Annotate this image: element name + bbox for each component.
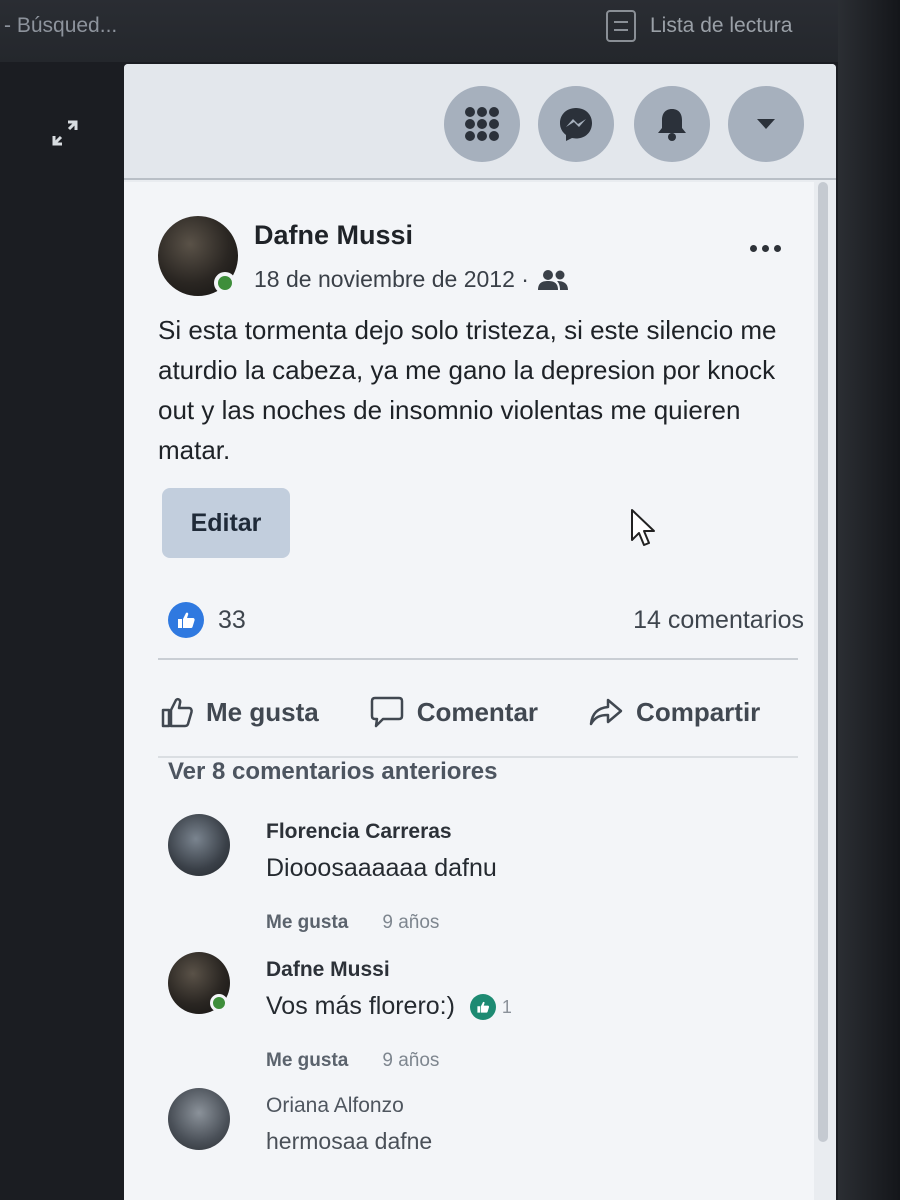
share-button[interactable]: Compartir xyxy=(588,697,760,728)
online-status-dot xyxy=(210,994,228,1012)
comment-button[interactable]: Comentar xyxy=(369,695,538,729)
account-caret-icon xyxy=(757,119,775,129)
commenter-avatar[interactable] xyxy=(168,814,230,876)
messenger-button[interactable] xyxy=(538,86,614,162)
mouse-cursor-icon xyxy=(631,509,655,546)
reactions-summary[interactable]: 33 xyxy=(168,602,246,638)
messenger-icon xyxy=(560,108,592,141)
screen-bezel xyxy=(838,0,900,1200)
reaction-count: 1 xyxy=(501,996,512,1017)
view-previous-comments-link[interactable]: Ver 8 comentarios anteriores xyxy=(168,758,497,786)
comment-text: Diooosaaaaaa dafnu xyxy=(266,854,497,882)
menu-grid-button[interactable] xyxy=(444,86,520,162)
expand-icon[interactable] xyxy=(50,118,80,148)
like-count: 33 xyxy=(218,605,246,634)
reading-list-label: Lista de lectura xyxy=(650,14,793,37)
like-reaction-icon xyxy=(469,994,496,1021)
facebook-header xyxy=(124,64,836,180)
share-label: Compartir xyxy=(636,696,761,727)
online-status-dot xyxy=(214,272,236,294)
post-author[interactable]: Dafne Mussi xyxy=(254,220,413,251)
menu-grid-icon xyxy=(465,107,499,141)
post-options-icon[interactable] xyxy=(750,238,794,258)
post-date[interactable]: 18 de noviembre de 2012 · xyxy=(254,266,529,293)
comment-label: Comentar xyxy=(416,696,539,727)
edit-post-button[interactable]: Editar xyxy=(162,488,290,558)
notifications-button[interactable] xyxy=(634,86,710,162)
comment-text: Vos más florero:) xyxy=(266,992,455,1020)
like-reaction-icon xyxy=(168,602,204,638)
comment-text-row: Vos más florero:) 1 xyxy=(266,992,512,1021)
commenter-name[interactable]: Oriana Alfonzo xyxy=(266,1094,404,1118)
reading-list-button[interactable]: Lista de lectura xyxy=(606,10,792,42)
comment-time[interactable]: 9 años xyxy=(382,912,439,934)
comments-count[interactable]: 14 comentarios xyxy=(633,606,804,635)
commenter-name[interactable]: Florencia Carreras xyxy=(266,820,452,844)
post-body-text: Si esta tormenta dejo solo tristeza, si … xyxy=(158,315,777,465)
post-actions: Me gusta Comentar Compartir xyxy=(160,682,810,742)
like-label: Me gusta xyxy=(206,696,319,727)
comment-like-button[interactable]: Me gusta xyxy=(266,1050,348,1072)
browser-search-text[interactable]: - Búsqued... xyxy=(4,14,117,38)
divider xyxy=(158,658,798,660)
comment-time[interactable]: 9 años xyxy=(382,1050,439,1072)
comment-meta: Me gusta 9 años xyxy=(266,1050,439,1072)
comment-meta: Me gusta 9 años xyxy=(266,912,439,934)
comment-like-button[interactable]: Me gusta xyxy=(266,912,348,934)
share-arrow-icon xyxy=(589,698,623,726)
account-menu-button[interactable] xyxy=(728,86,804,162)
commenter-avatar[interactable] xyxy=(168,1088,230,1150)
thumbs-up-icon xyxy=(161,697,193,728)
commenter-name[interactable]: Dafne Mussi xyxy=(266,958,390,982)
notifications-bell-icon xyxy=(658,109,686,141)
facebook-window: Dafne Mussi 18 de noviembre de 2012 · Si… xyxy=(124,64,836,1200)
post-date-row: 18 de noviembre de 2012 · xyxy=(254,266,569,293)
browser-toolbar: - Búsqued... Lista de lectura xyxy=(0,0,900,62)
friends-icon xyxy=(537,269,568,290)
post-card: Dafne Mussi 18 de noviembre de 2012 · Si… xyxy=(124,182,814,1200)
scrollbar[interactable] xyxy=(818,182,828,1142)
like-button[interactable]: Me gusta xyxy=(160,695,319,729)
reading-list-icon xyxy=(606,10,636,42)
comment-reaction-badge[interactable]: 1 xyxy=(469,994,512,1021)
comment-text: hermosaa dafne xyxy=(266,1128,433,1154)
comment-bubble-icon xyxy=(370,696,403,728)
